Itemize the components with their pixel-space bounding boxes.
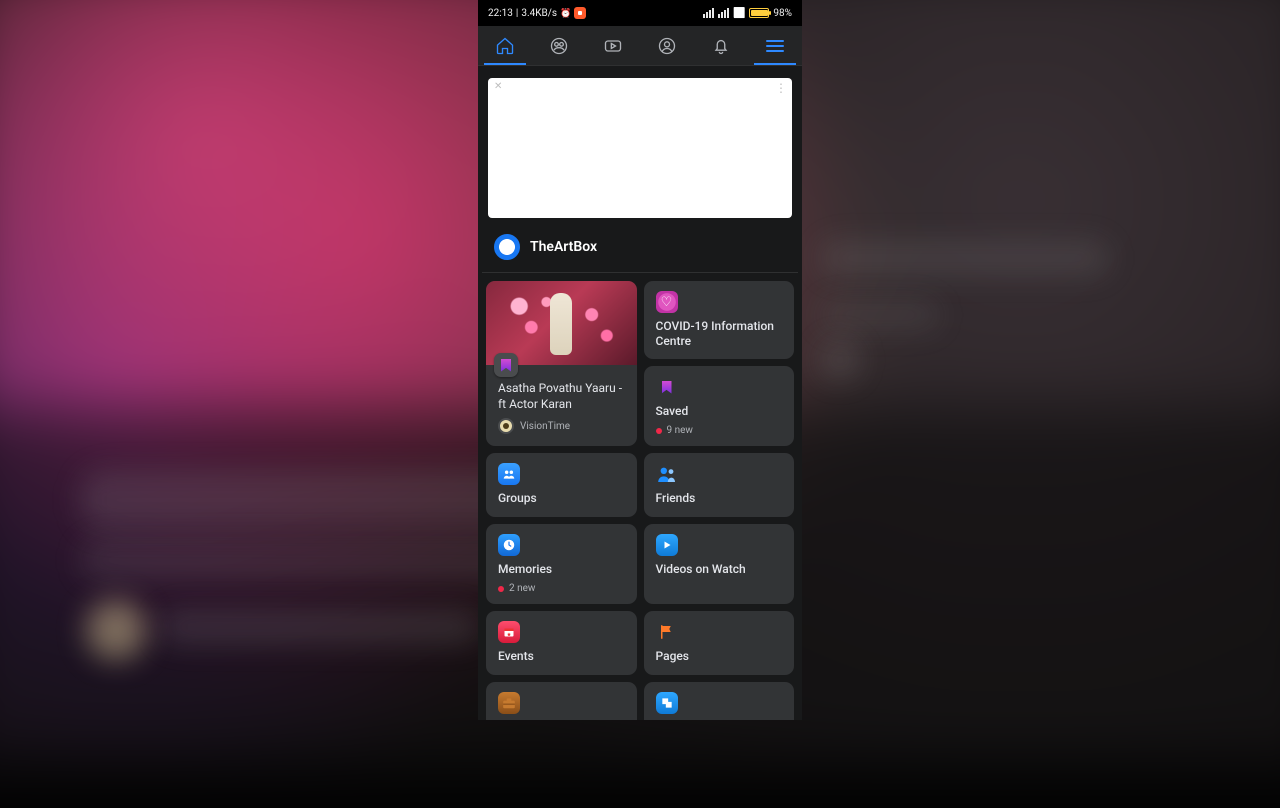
- heart-icon: ♡: [656, 291, 678, 313]
- profile-name: TheArtBox: [530, 239, 597, 255]
- bookmark-icon: [501, 359, 511, 372]
- status-time: 22:13: [488, 8, 513, 19]
- battery-pct: 98%: [773, 8, 792, 19]
- close-icon[interactable]: ✕: [494, 81, 502, 92]
- bg-blob: [820, 240, 1110, 276]
- tile-gaming[interactable]: Gaming: [644, 682, 795, 720]
- tile-friends[interactable]: Friends: [644, 453, 795, 517]
- tab-watch[interactable]: [586, 26, 640, 65]
- signal-icon: [703, 8, 714, 18]
- tile-label: Pages: [656, 649, 783, 664]
- profile-icon: [657, 36, 677, 56]
- video-source-label: VisionTime: [520, 421, 570, 432]
- tile-groups[interactable]: Groups: [486, 453, 637, 517]
- tile-events[interactable]: Events: [486, 611, 637, 675]
- tile-memories[interactable]: Memories 2 new: [486, 524, 637, 604]
- friends-icon: [656, 463, 678, 485]
- phone-frame: 22:13 | 3.4KB/s 98%: [478, 0, 802, 720]
- page-avatar-icon: [498, 418, 514, 434]
- tile-badge: 9 new: [656, 425, 783, 436]
- tile-watch[interactable]: Videos on Watch: [644, 524, 795, 604]
- info-popup[interactable]: ✕ ⋮: [488, 78, 792, 218]
- tile-label: Friends: [656, 491, 783, 506]
- menu-grid: Asatha Povathu Yaaru - ft Actor Karan Vi…: [478, 273, 802, 720]
- bookmark-icon: [656, 376, 678, 398]
- bg-blob: [86, 600, 146, 660]
- menu-icon: [766, 40, 784, 52]
- groups-icon: [549, 36, 569, 56]
- tile-badge: 2 new: [498, 583, 625, 594]
- tile-label: COVID-19 Information Centre: [656, 319, 783, 349]
- profile-row[interactable]: TheArtBox: [482, 224, 798, 273]
- top-nav: [478, 26, 802, 66]
- menu-content[interactable]: ✕ ⋮ TheArtBox Asatha Povathu Yaaru - ft …: [478, 66, 802, 720]
- video-thumbnail: [486, 281, 637, 365]
- tile-label: Groups: [498, 491, 625, 506]
- tab-groups[interactable]: [532, 26, 586, 65]
- flag-icon: [656, 621, 678, 643]
- bookmark-chip: [494, 353, 518, 377]
- wifi-icon: [733, 8, 745, 19]
- tile-label: Saved: [656, 404, 783, 419]
- bell-icon: [711, 36, 731, 56]
- status-bar: 22:13 | 3.4KB/s 98%: [478, 0, 802, 26]
- tile-recent-video[interactable]: Asatha Povathu Yaaru - ft Actor Karan Vi…: [486, 281, 637, 446]
- groups-icon: [498, 463, 520, 485]
- tile-label: Videos on Watch: [656, 562, 783, 577]
- briefcase-icon: [498, 692, 520, 714]
- tile-label: Memories: [498, 562, 625, 577]
- battery-icon: [749, 8, 769, 18]
- status-net: 3.4KB/s: [521, 8, 557, 19]
- tile-label: Events: [498, 649, 625, 664]
- alarm-icon: [560, 8, 571, 19]
- gaming-icon: [656, 692, 678, 714]
- bg-blob: [820, 300, 940, 330]
- bg-blob: [80, 540, 520, 580]
- tab-home[interactable]: [478, 26, 532, 65]
- tile-jobs[interactable]: [486, 682, 637, 720]
- calendar-icon: [498, 621, 520, 643]
- bg-blob: [160, 610, 480, 644]
- tab-menu[interactable]: [748, 26, 802, 65]
- tile-saved[interactable]: Saved 9 new: [644, 366, 795, 446]
- screen-record-icon: [574, 7, 586, 19]
- bg-blob: [820, 340, 860, 380]
- clock-icon: [498, 534, 520, 556]
- tab-profile[interactable]: [640, 26, 694, 65]
- play-icon: [656, 534, 678, 556]
- tab-notifications[interactable]: [694, 26, 748, 65]
- tile-pages[interactable]: Pages: [644, 611, 795, 675]
- signal-icon: [718, 8, 729, 18]
- tile-covid[interactable]: ♡ COVID-19 Information Centre: [644, 281, 795, 359]
- watch-icon: [603, 36, 623, 56]
- avatar: [494, 234, 520, 260]
- status-sep: |: [516, 8, 518, 19]
- home-icon: [495, 36, 515, 56]
- more-icon[interactable]: ⋮: [775, 81, 786, 95]
- video-title: Asatha Povathu Yaaru - ft Actor Karan: [498, 381, 625, 412]
- video-source: VisionTime: [498, 418, 625, 434]
